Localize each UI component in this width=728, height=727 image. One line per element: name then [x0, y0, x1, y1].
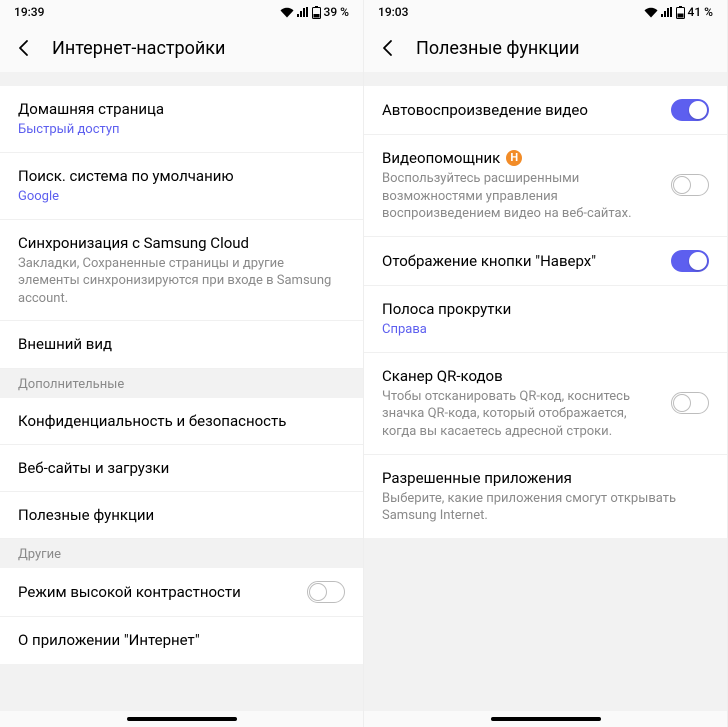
- screen-internet-settings: 19:39 39 % Интернет-настройки Домашняя с…: [0, 0, 364, 727]
- item-appearance[interactable]: Внешний вид: [0, 321, 363, 368]
- item-high-contrast[interactable]: Режим высокой контрастности: [0, 568, 363, 617]
- item-title: Поиск. система по умолчанию: [18, 166, 345, 186]
- item-homepage[interactable]: Домашняя страница Быстрый доступ: [0, 86, 363, 153]
- status-right: 41 %: [644, 5, 713, 19]
- item-title: Разрешенные приложения: [382, 468, 709, 488]
- settings-list: Домашняя страница Быстрый доступ Поиск. …: [0, 72, 363, 711]
- status-time: 19:39: [14, 5, 44, 19]
- status-time: 19:03: [378, 5, 408, 19]
- toggle-video-assistant[interactable]: [671, 174, 709, 196]
- item-video-assistant[interactable]: Видеопомощник Н Воспользуйтесь расширенн…: [364, 135, 727, 237]
- item-title: Полезные функции: [18, 505, 345, 525]
- item-search-engine[interactable]: Поиск. система по умолчанию Google: [0, 153, 363, 220]
- item-qr-scanner[interactable]: Сканер QR-кодов Чтобы отсканировать QR-к…: [364, 353, 727, 455]
- battery-icon: [312, 6, 321, 19]
- item-title: Автовоспроизведение видео: [382, 100, 659, 120]
- item-title: Конфиденциальность и безопасность: [18, 411, 345, 431]
- item-sub: Справа: [382, 321, 709, 339]
- nav-pill-icon[interactable]: [491, 717, 601, 721]
- item-title: Режим высокой контрастности: [18, 582, 295, 602]
- new-badge-icon: Н: [506, 150, 522, 166]
- battery-icon: [676, 6, 685, 19]
- wifi-icon: [644, 7, 658, 18]
- item-top-button[interactable]: Отображение кнопки "Наверх": [364, 237, 727, 286]
- page-title: Полезные функции: [416, 38, 579, 59]
- item-autoplay-video[interactable]: Автовоспроизведение видео: [364, 86, 727, 135]
- item-about-internet[interactable]: О приложении "Интернет": [0, 617, 363, 663]
- page-title: Интернет-настройки: [52, 38, 225, 59]
- toggle-top-button[interactable]: [671, 250, 709, 272]
- nav-bar: [0, 711, 363, 727]
- section-header-additional: Дополнительные: [0, 369, 363, 398]
- section-header-other: Другие: [0, 539, 363, 568]
- toggle-high-contrast[interactable]: [307, 581, 345, 603]
- item-sub: Чтобы отсканировать QR-код, коснитесь зн…: [382, 388, 659, 441]
- toggle-autoplay[interactable]: [671, 99, 709, 121]
- screen-useful-features: 19:03 41 % Полезные функции Автовоспроиз…: [364, 0, 728, 727]
- item-samsung-cloud-sync[interactable]: Синхронизация с Samsung Cloud Закладки, …: [0, 220, 363, 322]
- nav-pill-icon[interactable]: [127, 717, 237, 721]
- signal-icon: [297, 7, 309, 18]
- item-sub: Выберите, какие приложения смогут открыв…: [382, 490, 709, 525]
- item-sub: Воспользуйтесь расширенными возможностям…: [382, 170, 659, 223]
- item-scrollbar[interactable]: Полоса прокрутки Справа: [364, 286, 727, 353]
- toggle-qr-scanner[interactable]: [671, 392, 709, 414]
- signal-icon: [661, 7, 673, 18]
- settings-list: Автовоспроизведение видео Видеопомощник …: [364, 72, 727, 711]
- item-title: О приложении "Интернет": [18, 630, 345, 650]
- header: Полезные функции: [364, 24, 727, 72]
- item-privacy-security[interactable]: Конфиденциальность и безопасность: [0, 398, 363, 445]
- status-battery-pct: 41 %: [688, 5, 713, 19]
- item-useful-features[interactable]: Полезные функции: [0, 492, 363, 539]
- back-icon[interactable]: [378, 38, 398, 58]
- status-right: 39 %: [280, 5, 349, 19]
- item-sub: Быстрый доступ: [18, 121, 345, 139]
- item-sites-downloads[interactable]: Веб-сайты и загрузки: [0, 445, 363, 492]
- item-title: Отображение кнопки "Наверх": [382, 251, 659, 271]
- item-sub: Google: [18, 188, 345, 206]
- status-battery-pct: 39 %: [324, 5, 349, 19]
- back-icon[interactable]: [14, 38, 34, 58]
- item-title: Полоса прокрутки: [382, 299, 709, 319]
- nav-bar: [364, 711, 727, 727]
- wifi-icon: [280, 7, 294, 18]
- header: Интернет-настройки: [0, 24, 363, 72]
- status-bar: 19:39 39 %: [0, 0, 363, 24]
- item-allowed-apps[interactable]: Разрешенные приложения Выберите, какие п…: [364, 455, 727, 538]
- item-title: Синхронизация с Samsung Cloud: [18, 233, 345, 253]
- item-title: Домашняя страница: [18, 99, 345, 119]
- status-bar: 19:03 41 %: [364, 0, 727, 24]
- item-title: Сканер QR-кодов: [382, 366, 659, 386]
- item-title: Видеопомощник Н: [382, 148, 659, 168]
- item-sub: Закладки, Сохраненные страницы и другие …: [18, 255, 345, 308]
- item-title: Внешний вид: [18, 334, 345, 354]
- item-title: Веб-сайты и загрузки: [18, 458, 345, 478]
